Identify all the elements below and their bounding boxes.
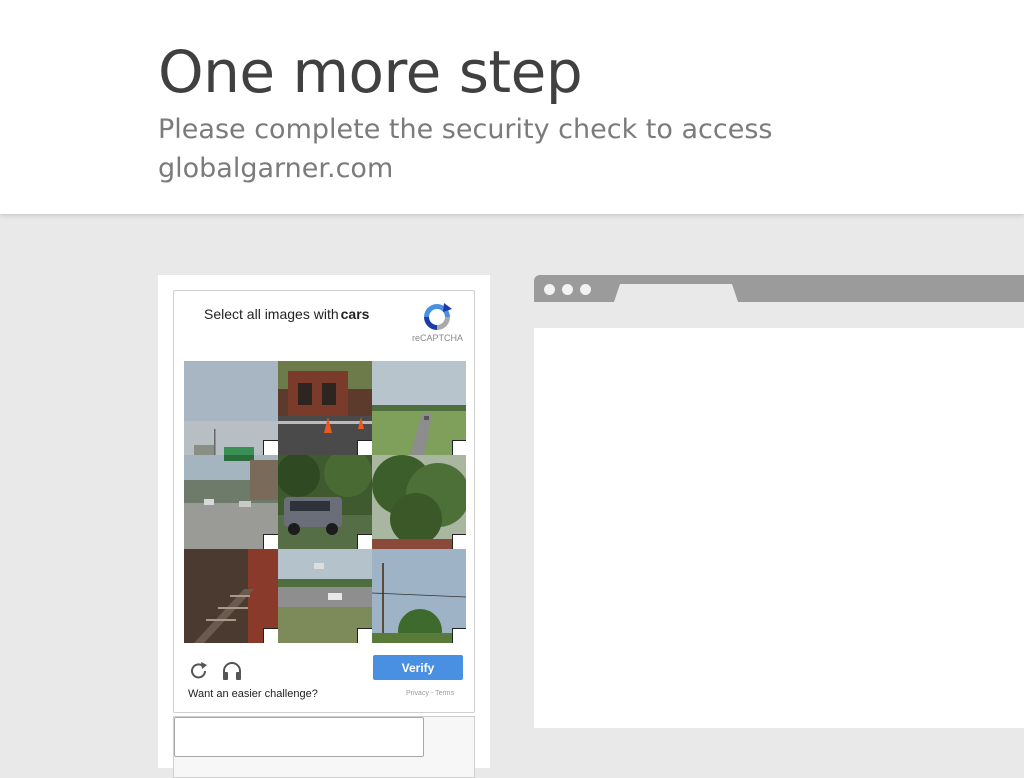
image-tile-3[interactable] [372,361,466,455]
image-tile-1[interactable] [184,361,278,455]
privacy-link[interactable]: Privacy [406,690,429,697]
image-grid [184,361,466,643]
browser-content [534,328,1024,728]
image-tile-9[interactable] [372,549,466,643]
captcha-prompt: Select all images with cars [204,306,369,322]
image-tile-5[interactable] [278,455,372,549]
captcha-response-area [173,716,475,778]
window-dot-icon [562,284,573,295]
header: One more step Please complete the securi… [0,0,1024,214]
verify-button[interactable]: Verify [373,655,463,680]
legal-separator: - [430,690,434,697]
tile-checkbox[interactable] [452,628,466,643]
tile-checkbox[interactable] [263,628,278,643]
image-tile-7[interactable] [184,549,278,643]
captcha-prompt-text: Select all images with [204,306,339,322]
image-tile-2[interactable] [278,361,372,455]
captcha-response-input[interactable] [174,717,424,757]
window-dot-icon [544,284,555,295]
image-tile-6[interactable] [372,455,466,549]
captcha-prompt-target: cars [340,306,370,322]
terms-link[interactable]: Terms [435,690,454,697]
tile-checkbox[interactable] [357,534,372,549]
tile-checkbox[interactable] [357,628,372,643]
page-title: One more step [158,38,583,106]
tile-checkbox[interactable] [452,534,466,549]
browser-toolbar [534,302,1024,328]
headphones-icon[interactable] [221,660,243,682]
page-subtitle: Please complete the security check to ac… [158,114,773,184]
tile-checkbox[interactable] [263,534,278,549]
browser-illustration [534,275,1024,728]
easier-challenge-link[interactable]: Want an easier challenge? [188,688,318,700]
captcha-panel: Select all images with cars reCAPTCHA Ve… [158,275,490,778]
reload-icon[interactable] [188,660,210,682]
legal-links: Privacy - Terms [406,690,454,697]
browser-tab [614,284,738,302]
recaptcha-logo-icon [424,303,452,330]
image-tile-4[interactable] [184,455,278,549]
tile-checkbox[interactable] [357,440,372,455]
recaptcha-brand: reCAPTCHA [412,333,464,343]
captcha-challenge: Select all images with cars reCAPTCHA Ve… [173,290,475,713]
image-tile-8[interactable] [278,549,372,643]
window-dot-icon [580,284,591,295]
browser-titlebar [534,275,1024,302]
tile-checkbox[interactable] [263,440,278,455]
tile-checkbox[interactable] [452,440,466,455]
